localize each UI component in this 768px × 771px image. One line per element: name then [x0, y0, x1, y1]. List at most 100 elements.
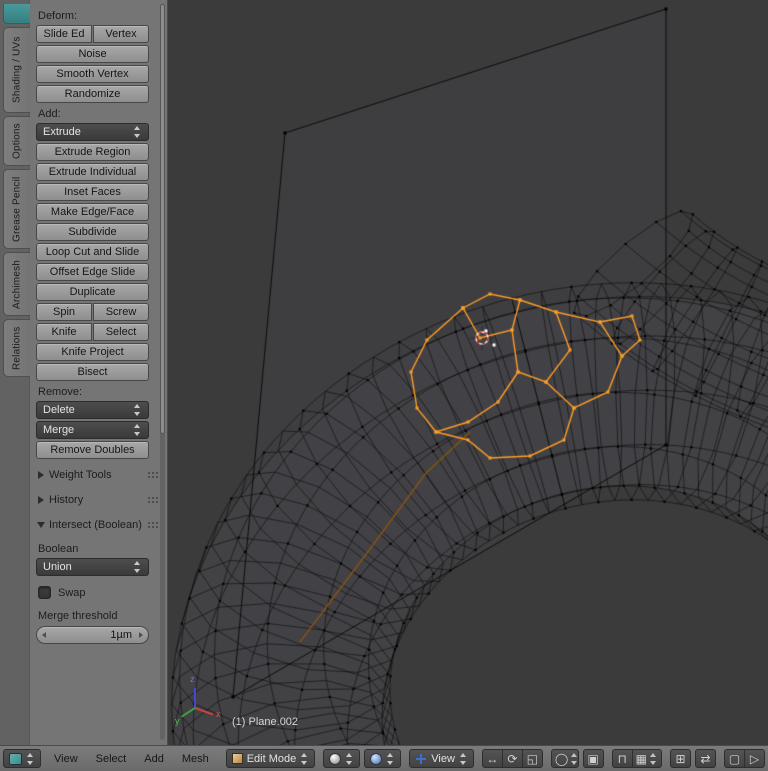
tab-archimesh[interactable]: Archimesh [3, 252, 30, 316]
layers-button[interactable]: ⊞ [670, 749, 691, 768]
mode-dropdown[interactable]: Edit Mode [225, 749, 316, 768]
x-axis-line [194, 707, 214, 716]
menu-select[interactable]: Select [87, 753, 136, 765]
tab-relations[interactable]: Relations [3, 319, 30, 377]
dropdown-arrows-icon [386, 752, 395, 765]
scale-icon: ◱ [526, 751, 539, 766]
tab-partial[interactable] [3, 4, 30, 24]
z-axis-label: z [190, 674, 195, 684]
occlude-geometry-button[interactable]: ▣ [582, 749, 604, 768]
menu-add[interactable]: Add [135, 753, 173, 765]
magnet-icon: ⊓ [617, 751, 627, 766]
swap-checkbox[interactable] [38, 586, 51, 599]
screw-button[interactable]: Screw [93, 303, 149, 321]
y-axis-line [181, 707, 196, 718]
render-still-icon: ▢ [728, 751, 741, 766]
manipulator-axis-icon [415, 752, 428, 765]
merge-threshold-slider[interactable]: 1µm [36, 626, 149, 644]
dropdown-arrows-icon [459, 752, 468, 765]
manipulator-rotate-button[interactable]: ⟳ [501, 749, 523, 768]
manipulator-scale-button[interactable]: ◱ [521, 749, 543, 768]
proportional-edit-dropdown[interactable]: ◯ [550, 749, 579, 768]
remove-label: Remove: [38, 386, 83, 398]
manipulator-translate-button[interactable]: ↔ [481, 749, 503, 768]
swap-checkbox-row[interactable]: Swap [38, 586, 149, 599]
merge-dropdown[interactable]: Merge [36, 421, 149, 439]
knife-project-button[interactable]: Knife Project [36, 343, 149, 361]
extrude-dropdown[interactable]: Extrude [36, 123, 149, 141]
editor-type-icon [9, 752, 22, 765]
opengl-render-button[interactable]: ▢ [724, 749, 745, 768]
bisect-button[interactable]: Bisect [36, 363, 149, 381]
viewport-shading-dropdown[interactable] [323, 749, 361, 768]
orientation-dropdown[interactable]: View [409, 749, 474, 768]
randomize-button[interactable]: Randomize [36, 85, 149, 103]
inset-faces-button[interactable]: Inset Faces [36, 183, 149, 201]
menu-view[interactable]: View [45, 753, 87, 765]
snap-group: ⊓ ▦ [611, 749, 662, 768]
panel-history[interactable]: History [36, 491, 163, 509]
menu-mesh[interactable]: Mesh [173, 753, 218, 765]
tab-options[interactable]: Options [3, 116, 30, 166]
dropdown-arrows-icon [133, 424, 142, 436]
loop-cut-button[interactable]: Loop Cut and Slide [36, 243, 149, 261]
duplicate-button[interactable]: Duplicate [36, 283, 149, 301]
active-object-label: (1) Plane.002 [232, 716, 299, 728]
expand-down-icon [37, 522, 45, 528]
tab-shading-uvs[interactable]: Shading / UVs [3, 27, 30, 113]
make-edge-face-button[interactable]: Make Edge/Face [36, 203, 149, 221]
sync-icon: ⇄ [700, 751, 711, 766]
snap-element-icon: ▦ [635, 751, 647, 766]
sync-button[interactable]: ⇄ [695, 749, 716, 768]
toolshelf-scrollbar[interactable] [160, 4, 165, 740]
dropdown-arrows-icon [133, 126, 142, 138]
spin-button[interactable]: Spin [36, 303, 92, 321]
slide-edge-button[interactable]: Slide Ed [36, 25, 92, 43]
smooth-vertex-button[interactable]: Smooth Vertex [36, 65, 149, 83]
knife-button[interactable]: Knife [36, 323, 92, 341]
subdivide-button[interactable]: Subdivide [36, 223, 149, 241]
boolean-operation-dropdown[interactable]: Union [36, 558, 149, 576]
dropdown-arrows-icon [133, 561, 142, 573]
dropdown-arrows-icon [345, 752, 354, 765]
render-group: ▢ ▷ [724, 749, 765, 768]
snap-element-dropdown[interactable]: ▦ [631, 749, 662, 768]
editor-type-button[interactable] [3, 749, 41, 768]
dropdown-arrows-icon [300, 752, 309, 765]
edit-mode-icon [231, 753, 243, 764]
dropdown-arrows-icon [649, 752, 658, 765]
x-axis-label: x [216, 709, 221, 719]
viewport-canvas[interactable] [168, 0, 768, 745]
panel-weight-tools[interactable]: Weight Tools [36, 466, 163, 484]
translate-icon: ↔ [486, 751, 499, 766]
occlude-geometry-icon: ▣ [587, 751, 599, 766]
render-anim-icon: ▷ [749, 751, 760, 766]
blender-window: Shading / UVs Options Grease Pencil Arch… [0, 0, 768, 771]
noise-button[interactable]: Noise [36, 45, 149, 63]
merge-threshold-label: Merge threshold [38, 610, 118, 622]
tab-strip: Shading / UVs Options Grease Pencil Arch… [0, 0, 30, 745]
vertex-slide-button[interactable]: Vertex [93, 25, 149, 43]
pivot-point-dropdown[interactable] [364, 749, 402, 768]
shading-sphere-icon [329, 752, 342, 765]
boolean-label: Boolean [38, 543, 79, 555]
scrollbar-thumb[interactable] [160, 4, 165, 434]
viewport-3d: z x y (1) Plane.002 [168, 0, 768, 745]
knife-select-button[interactable]: Select [93, 323, 149, 341]
tab-grease-pencil[interactable]: Grease Pencil [3, 169, 30, 249]
y-axis-label: y [175, 716, 180, 726]
offset-edge-slide-button[interactable]: Offset Edge Slide [36, 263, 149, 281]
snap-magnet-button[interactable]: ⊓ [611, 749, 633, 768]
extrude-region-button[interactable]: Extrude Region [36, 143, 149, 161]
proportional-edit-icon: ◯ [554, 751, 569, 766]
panel-intersect-boolean[interactable]: Intersect (Boolean) [36, 516, 163, 534]
delete-dropdown[interactable]: Delete [36, 401, 149, 419]
layers-icon: ⊞ [675, 751, 686, 766]
extrude-individual-button[interactable]: Extrude Individual [36, 163, 149, 181]
remove-doubles-button[interactable]: Remove Doubles [36, 441, 149, 459]
dropdown-arrows-icon [26, 752, 35, 765]
opengl-render-anim-button[interactable]: ▷ [744, 749, 765, 768]
manipulator-group: ↔ ⟳ ◱ [481, 749, 543, 768]
deform-label: Deform: [38, 10, 78, 22]
add-label: Add: [38, 108, 61, 120]
